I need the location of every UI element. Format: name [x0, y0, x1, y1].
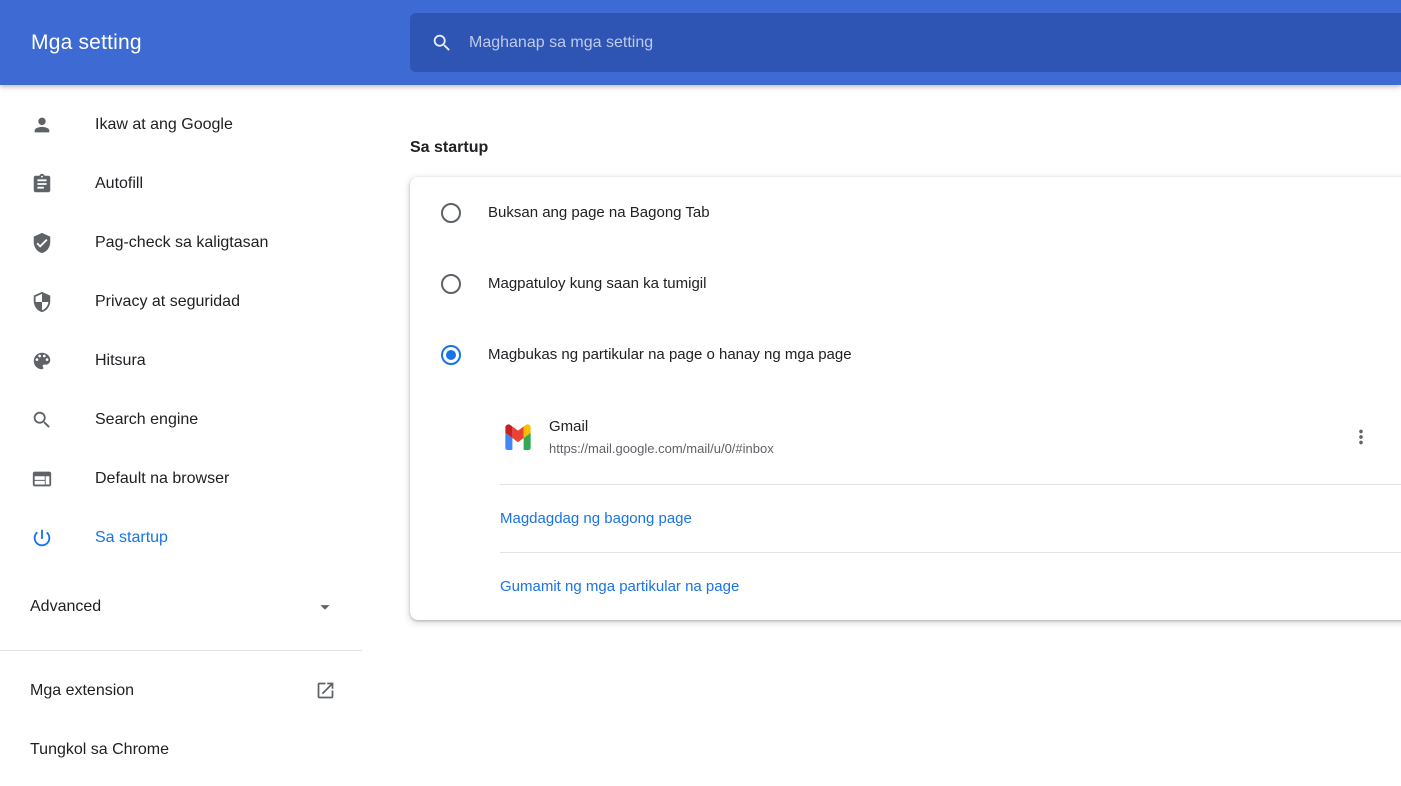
add-new-page-button[interactable]: Magdagdag ng bagong page — [410, 485, 1401, 552]
sidebar-item-on-startup[interactable]: Sa startup — [0, 508, 362, 567]
section-title: Sa startup — [362, 85, 1401, 157]
autofill-clipboard-icon — [31, 173, 53, 195]
sidebar-item-default-browser[interactable]: Default na browser — [0, 449, 362, 508]
startup-options-card: Buksan ang page na Bagong Tab Magpatuloy… — [410, 177, 1401, 620]
sidebar-divider — [0, 650, 362, 651]
extensions-label: Mga extension — [30, 682, 315, 700]
main-content: Sa startup Buksan ang page na Bagong Tab… — [362, 85, 1401, 786]
option-continue-where-left-off[interactable]: Magpatuloy kung saan ka tumigil — [410, 248, 1401, 319]
sidebar-item-autofill[interactable]: Autofill — [0, 154, 362, 213]
settings-header: Mga setting — [0, 0, 1401, 85]
sidebar-item-label: Ikaw at ang Google — [95, 116, 233, 134]
search-engine-icon — [31, 409, 53, 431]
sidebar-item-about-chrome[interactable]: Tungkol sa Chrome — [0, 720, 362, 779]
privacy-shield-icon — [31, 291, 53, 313]
sidebar-item-label: Sa startup — [95, 529, 168, 547]
sidebar-item-label: Privacy at seguridad — [95, 293, 240, 311]
radio-button[interactable] — [441, 274, 461, 294]
option-open-specific-pages[interactable]: Magbukas ng partikular na page o hanay n… — [410, 319, 1401, 390]
option-label: Magpatuloy kung saan ka tumigil — [488, 275, 706, 292]
site-url: https://mail.google.com/mail/u/0/#inbox — [549, 441, 1343, 456]
option-label: Magbukas ng partikular na page o hanay n… — [488, 346, 852, 363]
sidebar-item-safety-check[interactable]: Pag-check sa kaligtasan — [0, 213, 362, 272]
startup-page-row: Gmail https://mail.google.com/mail/u/0/#… — [410, 390, 1401, 484]
use-current-pages-label: Gumamit ng mga partikular na page — [500, 578, 739, 595]
more-vert-icon — [1350, 426, 1372, 448]
option-label: Buksan ang page na Bagong Tab — [488, 204, 710, 221]
site-info: Gmail https://mail.google.com/mail/u/0/#… — [549, 418, 1343, 456]
about-chrome-label: Tungkol sa Chrome — [30, 741, 336, 759]
sidebar-item-search-engine[interactable]: Search engine — [0, 390, 362, 449]
advanced-label: Advanced — [30, 598, 314, 616]
settings-sidebar: Ikaw at ang Google Autofill Pag-check sa… — [0, 85, 362, 779]
sidebar-item-extensions[interactable]: Mga extension — [0, 661, 362, 720]
sidebar-advanced-toggle[interactable]: Advanced — [0, 577, 362, 636]
safety-check-shield-icon — [31, 232, 53, 254]
radio-button[interactable] — [441, 203, 461, 223]
site-name: Gmail — [549, 418, 1343, 435]
sidebar-item-label: Search engine — [95, 411, 198, 429]
chevron-down-icon — [314, 596, 336, 618]
sidebar-item-label: Default na browser — [95, 470, 229, 488]
gmail-icon — [505, 424, 531, 450]
person-icon — [31, 114, 53, 136]
sidebar-item-privacy-security[interactable]: Privacy at seguridad — [0, 272, 362, 331]
search-icon — [431, 32, 453, 54]
open-in-new-icon — [315, 680, 336, 701]
sidebar-item-ikaw-at-ang-google[interactable]: Ikaw at ang Google — [0, 95, 362, 154]
add-new-page-label: Magdagdag ng bagong page — [500, 510, 692, 527]
option-open-new-tab-page[interactable]: Buksan ang page na Bagong Tab — [410, 177, 1401, 248]
sidebar-item-label: Autofill — [95, 175, 143, 193]
page-title: Mga setting — [31, 31, 142, 55]
default-browser-icon — [31, 468, 53, 490]
sidebar-item-label: Hitsura — [95, 352, 146, 370]
sidebar-item-appearance[interactable]: Hitsura — [0, 331, 362, 390]
search-input[interactable] — [469, 34, 1401, 52]
power-icon — [31, 527, 53, 549]
more-actions-button[interactable] — [1343, 419, 1379, 455]
settings-search-box[interactable] — [410, 13, 1401, 72]
use-current-pages-button[interactable]: Gumamit ng mga partikular na page — [410, 553, 1401, 620]
radio-button[interactable] — [441, 345, 461, 365]
sidebar-item-label: Pag-check sa kaligtasan — [95, 234, 268, 252]
appearance-palette-icon — [31, 350, 53, 372]
